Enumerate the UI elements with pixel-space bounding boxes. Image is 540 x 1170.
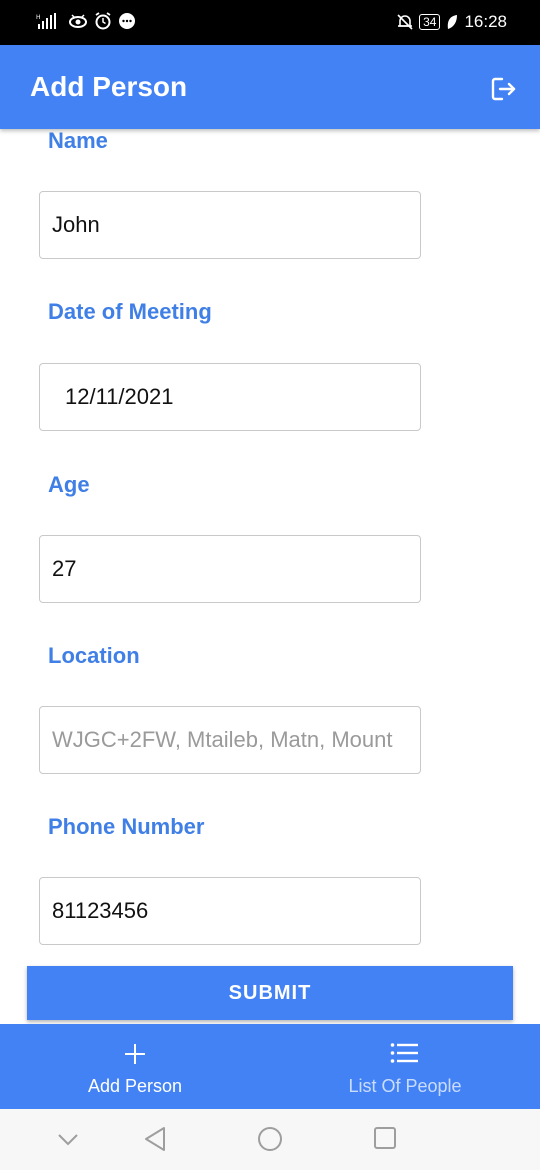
- list-icon: [390, 1043, 418, 1063]
- svg-text:H: H: [36, 14, 41, 21]
- plus-icon: [125, 1044, 145, 1064]
- date-label: Date of Meeting: [48, 299, 212, 324]
- battery-level: 34: [419, 14, 441, 30]
- logout-icon[interactable]: [490, 75, 518, 103]
- app-bar: Add Person: [0, 45, 540, 129]
- bottom-navigation: Add Person List Of People: [0, 1024, 540, 1109]
- home-icon[interactable]: [257, 1126, 283, 1152]
- location-label: Location: [48, 643, 140, 668]
- name-label: Name: [48, 128, 108, 153]
- location-input[interactable]: [39, 706, 421, 774]
- nav-label-list-of-people: List Of People: [348, 1076, 462, 1096]
- submit-button[interactable]: SUBMIT: [27, 966, 513, 1020]
- status-icons-left: H: [36, 12, 136, 30]
- message-icon: [119, 13, 135, 29]
- name-input[interactable]: [39, 191, 421, 259]
- page-title: Add Person: [30, 71, 188, 102]
- alarm-icon: [95, 12, 111, 30]
- signal-icon: H: [36, 13, 56, 29]
- nav-label-add-person: Add Person: [87, 1076, 183, 1096]
- leaf-icon: [448, 15, 458, 29]
- age-label: Age: [48, 472, 90, 497]
- recent-apps-icon[interactable]: [373, 1126, 397, 1150]
- nav-item-list-of-people[interactable]: List Of People: [270, 1024, 540, 1109]
- phone-label: Phone Number: [48, 814, 205, 839]
- back-icon[interactable]: [143, 1126, 167, 1152]
- status-time: 16:28: [464, 12, 507, 31]
- status-icons-right: 34 16:28: [397, 12, 507, 32]
- eye-icon: [69, 14, 87, 28]
- system-navigation-bar: [0, 1109, 540, 1170]
- phone-input[interactable]: [39, 877, 421, 945]
- age-input[interactable]: [39, 535, 421, 603]
- nav-item-add-person[interactable]: Add Person: [0, 1024, 270, 1109]
- notifications-muted-icon: [397, 14, 413, 30]
- date-input[interactable]: [39, 363, 421, 431]
- status-bar: H 34 16:28: [0, 0, 540, 45]
- chevron-down-icon[interactable]: [57, 1133, 79, 1147]
